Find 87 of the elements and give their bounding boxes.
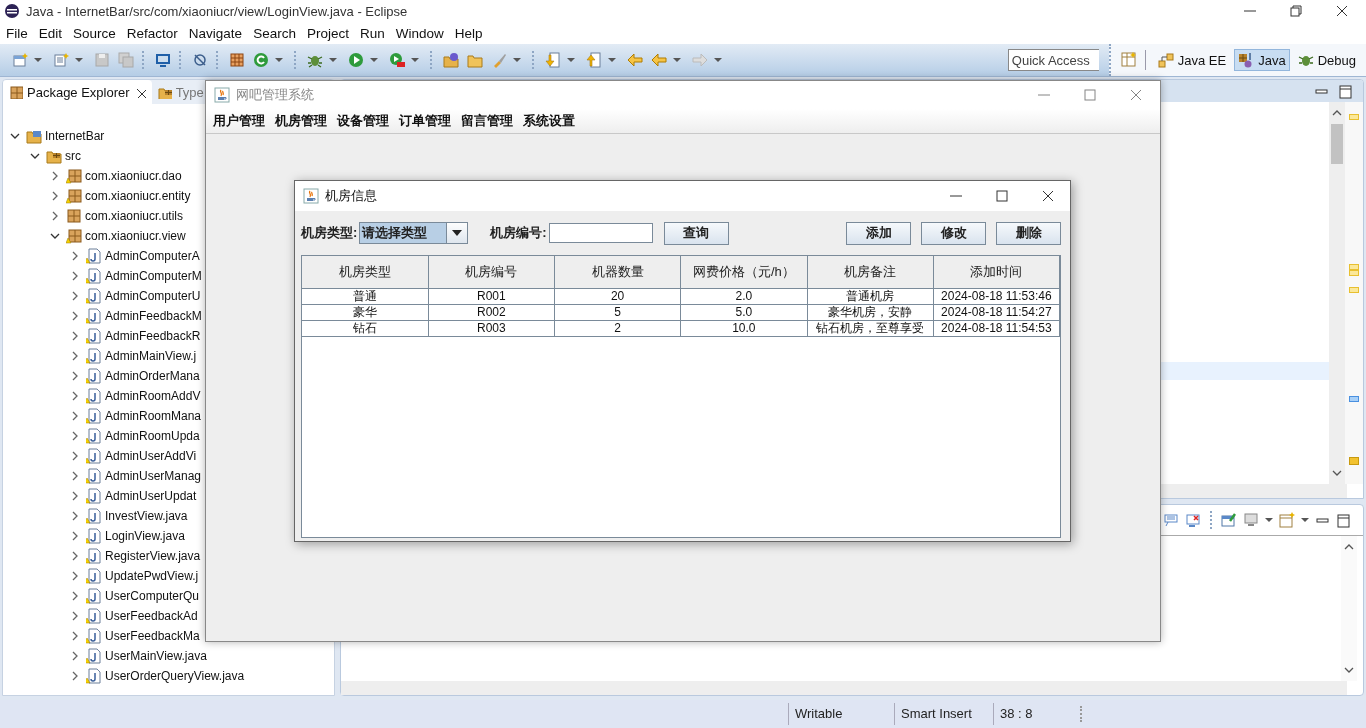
type-dropdown[interactable]: 请选择类型 bbox=[359, 222, 469, 244]
menu-item[interactable]: Search bbox=[247, 25, 302, 41]
menu-item[interactable]: Edit bbox=[32, 25, 69, 41]
menu-item[interactable]: Window bbox=[389, 25, 450, 41]
menu-item[interactable]: Project bbox=[300, 25, 355, 41]
table-cell[interactable]: 钻石机房，至尊享受 bbox=[807, 320, 934, 337]
tree-item[interactable]: com.xiaoniucr.dao bbox=[85, 169, 182, 183]
tree-item[interactable]: AdminMainView.j bbox=[105, 349, 197, 363]
menu-item[interactable]: 机房管理 bbox=[270, 112, 332, 130]
tree-item[interactable]: AdminComputerM bbox=[105, 269, 202, 283]
table-cell[interactable]: 2.0 bbox=[680, 288, 807, 305]
tree-item[interactable]: com.xiaoniucr.utils bbox=[85, 209, 184, 223]
table-cell[interactable]: 普通 bbox=[302, 288, 429, 305]
perspective-button[interactable]: Debug bbox=[1293, 49, 1360, 71]
field-label: 机房编号: bbox=[490, 224, 547, 242]
tree-item[interactable]: UserFeedbackMa bbox=[105, 629, 200, 643]
table-cell[interactable]: 5 bbox=[554, 304, 681, 321]
tree-item[interactable]: InvestView.java bbox=[105, 509, 188, 523]
menu-item[interactable]: Run bbox=[353, 25, 391, 41]
table-cell[interactable]: 2 bbox=[554, 320, 681, 337]
tree-item[interactable]: UserOrderQueryView.java bbox=[105, 669, 245, 683]
tree-item[interactable]: InternetBar bbox=[45, 129, 105, 143]
tree-item[interactable]: AdminRoomAddV bbox=[105, 389, 201, 403]
table-cell[interactable]: R002 bbox=[428, 304, 555, 321]
column-header[interactable]: 机房备注 bbox=[807, 256, 934, 289]
menu-item[interactable]: 用户管理 bbox=[208, 112, 270, 130]
table-cell[interactable]: 豪华机房，安静 bbox=[807, 304, 934, 321]
table-cell[interactable]: 2024-08-18 11:53:46 bbox=[933, 288, 1060, 305]
table-cell[interactable]: R003 bbox=[428, 320, 555, 337]
column-header[interactable]: 机房类型 bbox=[302, 256, 429, 289]
tree-item[interactable]: AdminUserUpdat bbox=[105, 489, 197, 503]
menu-item[interactable]: 设备管理 bbox=[332, 112, 394, 130]
status-text: 38 : 8 bbox=[993, 703, 1080, 725]
tree-item[interactable]: AdminFeedbackR bbox=[105, 329, 201, 343]
table-cell[interactable]: 2024-08-18 11:54:27 bbox=[933, 304, 1060, 321]
action-button[interactable]: 删除 bbox=[996, 221, 1061, 245]
menu-item[interactable]: File bbox=[0, 25, 34, 41]
menu-item[interactable]: 留言管理 bbox=[456, 112, 518, 130]
tree-item[interactable]: com.xiaoniucr.entity bbox=[85, 189, 191, 203]
column-header[interactable]: 机房编号 bbox=[428, 256, 555, 289]
table-cell[interactable]: 5.0 bbox=[680, 304, 807, 321]
action-button[interactable]: 修改 bbox=[921, 221, 986, 245]
tree-item[interactable]: AdminComputerU bbox=[105, 289, 201, 303]
field-label: 机房类型: bbox=[301, 224, 358, 242]
menu-item[interactable]: Source bbox=[67, 25, 122, 41]
tree-item[interactable]: UserFeedbackAd bbox=[105, 609, 198, 623]
tree-item[interactable]: AdminComputerA bbox=[105, 249, 200, 263]
menu-item[interactable]: 系统设置 bbox=[518, 112, 580, 130]
tree-item[interactable]: UserMainView.java bbox=[105, 649, 207, 663]
menu-item[interactable]: Navigate bbox=[182, 25, 249, 41]
tree-item[interactable]: AdminUserManag bbox=[105, 469, 202, 483]
window-title: 网吧管理系统 bbox=[236, 86, 314, 104]
tree-item[interactable]: src bbox=[65, 149, 81, 163]
window-title: Java - InternetBar/src/com/xiaoniucr/view/LoginView.java - Eclipse bbox=[26, 3, 408, 19]
tree-item[interactable]: UserComputerQu bbox=[105, 589, 200, 603]
tree-item[interactable]: AdminFeedbackM bbox=[105, 309, 202, 323]
search-button[interactable]: 查询 bbox=[663, 221, 729, 245]
column-header[interactable]: 网费价格（元/h） bbox=[680, 256, 807, 289]
tree-item[interactable]: com.xiaoniucr.view bbox=[85, 229, 186, 243]
tree-item[interactable]: RegisterView.java bbox=[105, 549, 201, 563]
table-cell[interactable]: 豪华 bbox=[302, 304, 429, 321]
tree-item[interactable]: LoginView.java bbox=[105, 529, 185, 543]
table-cell[interactable]: 10.0 bbox=[680, 320, 807, 337]
table-cell[interactable]: 2024-08-18 11:54:53 bbox=[933, 320, 1060, 337]
tree-item[interactable]: AdminRoomMana bbox=[105, 409, 202, 423]
menu-item[interactable]: Help bbox=[448, 25, 489, 41]
status-text: Smart Insert bbox=[894, 703, 993, 725]
quick-access-field[interactable]: Quick Access bbox=[1007, 49, 1099, 71]
table-cell[interactable]: 钻石 bbox=[302, 320, 429, 337]
menu-item[interactable]: Refactor bbox=[120, 25, 184, 41]
table-cell[interactable]: 20 bbox=[554, 288, 681, 305]
perspective-button[interactable]: Java bbox=[1234, 49, 1290, 71]
tree-item[interactable]: AdminUserAddVi bbox=[105, 449, 197, 463]
dialog-title: 机房信息 bbox=[325, 187, 377, 205]
status-text: Writable bbox=[788, 703, 894, 725]
column-header[interactable]: 机器数量 bbox=[554, 256, 681, 289]
column-header[interactable]: 添加时间 bbox=[933, 256, 1060, 289]
menu-item[interactable]: 订单管理 bbox=[394, 112, 456, 130]
tree-item[interactable]: UpdatePwdView.j bbox=[105, 569, 199, 583]
action-button[interactable]: 添加 bbox=[846, 221, 911, 245]
table-cell[interactable]: R001 bbox=[428, 288, 555, 305]
tree-item[interactable]: AdminOrderMana bbox=[105, 369, 200, 383]
view-tab[interactable]: Package Explorer bbox=[3, 80, 152, 104]
perspective-button[interactable]: Java EE bbox=[1153, 49, 1231, 71]
view-tab[interactable]: Type bbox=[151, 80, 204, 104]
table-cell[interactable]: 普通机房 bbox=[807, 288, 934, 305]
tree-item[interactable]: AdminRoomUpda bbox=[105, 429, 200, 443]
